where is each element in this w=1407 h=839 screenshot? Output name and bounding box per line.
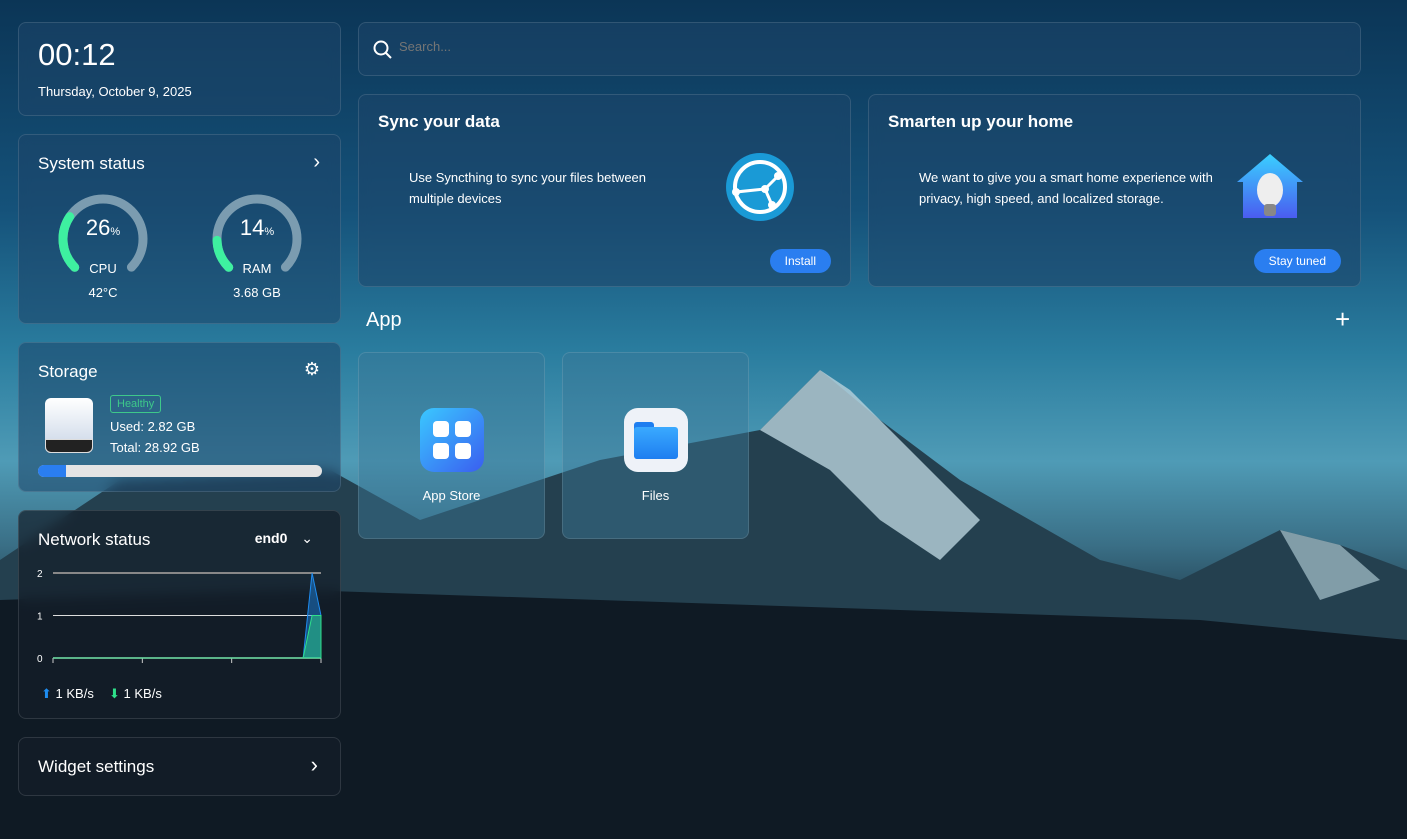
y-tick-label: 2	[37, 569, 43, 580]
system-status-widget[interactable]: System status › 26% CPU 42°C 14% RAM 3.6…	[18, 134, 341, 324]
ram-value: 14	[239, 215, 265, 240]
ram-gauge: 14% RAM 3.68 GB	[207, 189, 307, 300]
app-name: App Store	[422, 488, 481, 503]
upload-value: 1 KB/s	[55, 686, 94, 701]
storage-title: Storage	[38, 362, 98, 381]
storage-widget: Storage ⚙ Healthy Used: 2.82 GB Total: 2…	[18, 342, 341, 492]
download-series	[53, 615, 322, 659]
smart-home-text: We want to give you a smart home experie…	[919, 170, 1213, 206]
app-tile-files[interactable]: Files	[562, 352, 749, 539]
interface-label: end0	[254, 530, 288, 546]
install-button[interactable]: Install	[769, 249, 831, 273]
widget-settings-label: Widget settings	[38, 757, 155, 776]
search-bar[interactable]	[358, 22, 1361, 76]
storage-progress	[38, 465, 322, 477]
clock-widget: 00:12 Thursday, October 9, 2025	[18, 22, 341, 116]
ram-unit: %	[264, 226, 275, 238]
cpu-label: CPU	[89, 261, 117, 276]
smart-bulb-icon	[1237, 154, 1303, 218]
smart-home-card: Smarten up your home We want to give you…	[868, 94, 1361, 287]
sync-text: Use Syncthing to sync your files between…	[409, 170, 647, 206]
smart-home-title: Smarten up your home	[888, 112, 1074, 131]
upload-rate: ⬆ 1 KB/s	[41, 686, 94, 702]
app-tile-app-store[interactable]: App Store	[358, 352, 545, 539]
cpu-value: 26	[85, 215, 111, 240]
arrow-down-icon: ⬇	[109, 686, 120, 701]
cpu-temp: 42°C	[88, 285, 118, 300]
ram-label: RAM	[242, 261, 272, 276]
download-value: 1 KB/s	[123, 686, 162, 701]
search-input[interactable]	[399, 39, 1299, 54]
widget-settings-button[interactable]: Widget settings ›	[18, 737, 341, 796]
status-badge: Healthy	[110, 395, 162, 413]
search-icon	[373, 40, 392, 59]
clock-time: 00:12	[38, 37, 116, 72]
network-chart: 0 1 2	[37, 569, 322, 665]
ram-used: 3.68 GB	[233, 285, 281, 300]
app-store-icon	[420, 408, 484, 472]
syncthing-icon	[726, 153, 794, 221]
add-app-icon[interactable]: +	[1335, 304, 1350, 335]
network-title: Network status	[38, 530, 151, 549]
arrow-up-icon: ⬆	[41, 686, 52, 701]
interface-select[interactable]: end0 ⌄	[255, 530, 313, 547]
storage-total: Total: 28.92 GB	[110, 440, 200, 455]
clock-date: Thursday, October 9, 2025	[38, 84, 192, 99]
chevron-right-icon[interactable]: ›	[313, 151, 320, 174]
cpu-gauge: 26% CPU 42°C	[53, 189, 153, 300]
chevron-down-icon: ⌄	[301, 530, 313, 546]
network-widget: Network status end0 ⌄ 0 1 2 ⬆ 1 KB/s ⬇ 1 K…	[18, 510, 341, 719]
cpu-unit: %	[110, 226, 121, 238]
sync-card: Sync your data Use Syncthing to sync you…	[358, 94, 851, 287]
app-section-heading: App	[366, 309, 402, 331]
storage-used: Used: 2.82 GB	[110, 419, 196, 434]
y-tick-label: 0	[37, 654, 43, 665]
disk-icon	[45, 398, 93, 453]
sync-title: Sync your data	[378, 112, 500, 131]
folder-icon	[624, 408, 688, 472]
app-name: Files	[641, 488, 670, 503]
y-tick-label: 1	[37, 612, 43, 623]
gear-icon[interactable]: ⚙	[304, 359, 320, 380]
stay-tuned-button[interactable]: Stay tuned	[1253, 249, 1341, 273]
chevron-right-icon: ›	[310, 752, 318, 777]
system-status-title: System status	[38, 154, 145, 173]
download-rate: ⬇ 1 KB/s	[109, 686, 162, 702]
